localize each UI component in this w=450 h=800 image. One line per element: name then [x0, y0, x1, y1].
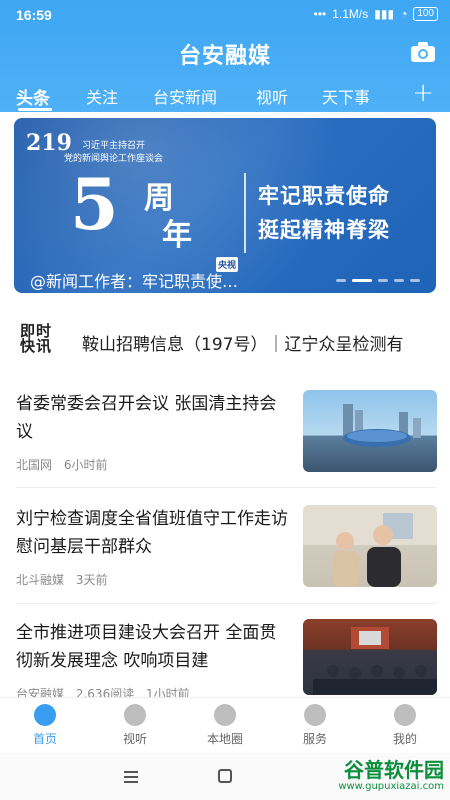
news-flash-text: 鞍山招聘信息（197号）｜辽宁众呈检测有	[82, 335, 404, 355]
app-screen: 16:59 ••• 1.1M/s ▮▮▮ ◔ 100 台安融媒 头条 关注 台安…	[0, 0, 450, 800]
news-thumbnail	[303, 619, 437, 695]
banner-headline-2: 挺起精神脊梁	[258, 218, 390, 242]
nav-local-circle[interactable]: 本地圈	[195, 704, 255, 747]
user-icon	[394, 704, 416, 726]
home-icon	[34, 704, 56, 726]
tab-taian-news[interactable]: 台安新闻	[153, 84, 217, 108]
nav-home[interactable]: 首页	[15, 704, 75, 747]
tab-headlines[interactable]: 头条	[16, 84, 50, 109]
battery-icon: 100	[413, 7, 438, 21]
banner-nian: 年	[162, 218, 192, 253]
carousel-dots	[336, 279, 420, 282]
network-speed: 1.1M/s	[332, 7, 369, 21]
home-button-icon[interactable]	[218, 769, 232, 783]
officials-visit-image	[303, 505, 437, 587]
news-title: 省委常委会召开会议 张国清主持会议	[16, 394, 277, 442]
status-time: 16:59	[16, 7, 52, 23]
status-bar: 16:59 ••• 1.1M/s ▮▮▮ ◔ 100	[0, 0, 450, 30]
news-title: 全市推进项目建设大会召开 全面贯彻新发展理念 吹响项目建	[16, 623, 277, 671]
add-channel-icon[interactable]: +	[412, 78, 434, 108]
nav-audiovisual-label: 视听	[122, 732, 147, 746]
carousel-dot	[378, 279, 388, 282]
news-time: 3天前	[75, 573, 108, 587]
wifi-icon: ◔	[400, 7, 408, 21]
tab-audiovisual[interactable]: 视听	[256, 84, 288, 108]
news-source: 北国网	[16, 458, 53, 472]
meeting-hall-image	[313, 627, 437, 695]
watermark-logo: 谷普软件园 www.gupuxiazai.com	[338, 759, 444, 793]
list-divider	[16, 487, 436, 488]
news-flash-logo-line2: 快讯	[20, 337, 53, 355]
news-flash-logo: 即时 快讯	[20, 324, 58, 356]
carousel-dot	[336, 279, 346, 282]
app-brand-title: 台安融媒	[178, 44, 271, 69]
news-time: 6小时前	[63, 458, 108, 472]
nav-local-circle-label: 本地圈	[206, 732, 243, 746]
local-circle-icon	[214, 704, 236, 726]
recent-apps-icon[interactable]	[124, 771, 138, 783]
list-divider	[16, 603, 436, 604]
carousel-dot	[394, 279, 404, 282]
handshake-icon	[304, 704, 326, 726]
tab-world-news[interactable]: 天下事	[322, 84, 370, 108]
active-tab-indicator	[18, 108, 52, 111]
nav-mine-label: 我的	[392, 732, 417, 746]
news-flash-ticker[interactable]: 即时 快讯 鞍山招聘信息（197号）｜辽宁众呈检测有	[0, 318, 450, 362]
news-item[interactable]: 省委常委会召开会议 张国清主持会议 北国网 6小时前	[0, 390, 450, 480]
banner-subtitle-1: 习近平主持召开	[82, 141, 146, 151]
news-source: 北斗融媒	[16, 573, 65, 587]
news-thumbnail	[303, 390, 437, 472]
city-skyline-image	[343, 404, 421, 447]
carousel-dot	[410, 279, 420, 282]
banner-number: 5	[70, 163, 119, 246]
header: 16:59 ••• 1.1M/s ▮▮▮ ◔ 100 台安融媒 头条 关注 台安…	[0, 0, 450, 112]
signal-icon: ▮▮▮	[374, 7, 395, 21]
nav-services-label: 服务	[302, 732, 327, 746]
status-dots: •••	[313, 7, 327, 21]
tab-follow[interactable]: 关注	[86, 84, 118, 108]
news-item[interactable]: 刘宁检查调度全省值班值守工作走访慰问基层干部群众 北斗融媒 3天前	[0, 505, 450, 595]
banner-headline-1: 牢记职责使命	[258, 184, 390, 208]
play-icon	[124, 704, 146, 726]
banner-caption: @新闻工作者：牢记职责使…	[30, 272, 239, 291]
bottom-nav-bar: 首页 视听 本地圈 服务 我的	[0, 697, 450, 753]
watermark-url: www.gupuxiazai.com	[338, 781, 444, 792]
status-icons: ••• 1.1M/s ▮▮▮ ◔ 100	[314, 7, 438, 21]
nav-mine[interactable]: 我的	[375, 704, 435, 747]
banner-divider	[244, 173, 246, 253]
news-item[interactable]: 全市推进项目建设大会召开 全面贯彻新发展理念 吹响项目建 台安融媒 2,636阅…	[0, 619, 450, 701]
nav-audiovisual[interactable]: 视听	[105, 704, 165, 747]
news-meta: 北国网 6小时前	[16, 456, 115, 473]
nav-home-label: 首页	[32, 732, 57, 746]
news-thumbnail	[303, 505, 437, 587]
news-meta: 北斗融媒 3天前	[16, 571, 115, 588]
system-nav-bar: 谷普软件园 www.gupuxiazai.com	[0, 753, 450, 800]
channel-tabs: 头条 关注 台安新闻 视听 天下事 +	[0, 76, 450, 112]
nav-services[interactable]: 服务	[285, 704, 345, 747]
camera-icon[interactable]	[410, 41, 436, 63]
news-title: 刘宁检查调度全省值班值守工作走访慰问基层干部群众	[16, 509, 288, 557]
watermark-name: 谷普软件园	[344, 758, 444, 782]
carousel-dot-active	[352, 279, 372, 282]
banner-carousel[interactable]: 219 习近平主持召开 党的新闻舆论工作座谈会 5 周 年 牢记职责使命 挺起精…	[14, 118, 436, 293]
